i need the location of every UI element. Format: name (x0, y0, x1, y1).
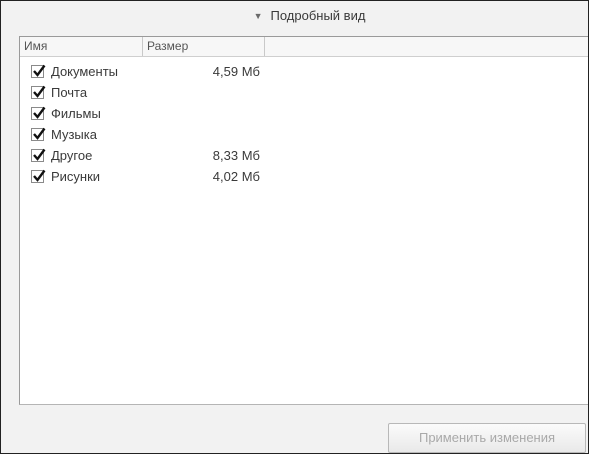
triangle-down-icon: ▼ (253, 10, 263, 21)
item-size: 8,33 Мб (212, 148, 260, 163)
checkmark-icon (33, 106, 46, 119)
item-name: Почта (51, 85, 88, 100)
dialog-frame: ▼ Подробный вид Имя Размер Документы 4,5… (0, 0, 589, 454)
column-header-row: Имя Размер (20, 37, 588, 57)
list-rows: Документы 4,59 Мб Почта Фильмы Музыка Др… (20, 62, 588, 188)
checkmark-icon (33, 127, 46, 140)
checkmark-icon (33, 148, 46, 161)
list-item[interactable]: Музыка (20, 125, 588, 146)
item-name: Фильмы (51, 106, 101, 121)
item-name: Документы (51, 64, 119, 79)
item-size: 4,59 Мб (212, 64, 260, 79)
list-item[interactable]: Рисунки 4,02 Мб (20, 167, 588, 188)
checkbox[interactable] (31, 106, 46, 120)
column-header-name[interactable]: Имя (20, 37, 143, 56)
checkmark-icon (33, 64, 46, 77)
list-item[interactable]: Другое 8,33 Мб (20, 146, 588, 167)
file-category-list: Имя Размер Документы 4,59 Мб Почта Фильм… (19, 36, 588, 405)
apply-changes-button[interactable]: Применить изменения (388, 423, 586, 453)
checkbox[interactable] (31, 64, 46, 78)
item-name: Музыка (51, 127, 97, 142)
checkbox[interactable] (31, 127, 46, 141)
detailed-view-label: Подробный вид (270, 8, 366, 23)
column-header-size[interactable]: Размер (143, 37, 265, 56)
item-name: Рисунки (51, 169, 101, 184)
item-size: 4,02 Мб (212, 169, 260, 184)
list-item[interactable]: Фильмы (20, 104, 588, 125)
item-name: Другое (51, 148, 93, 163)
detailed-view-toggle[interactable]: ▼ Подробный вид (1, 8, 589, 23)
checkbox[interactable] (31, 85, 46, 99)
list-item[interactable]: Документы 4,59 Мб (20, 62, 588, 83)
list-item[interactable]: Почта (20, 83, 588, 104)
checkmark-icon (33, 169, 46, 182)
checkbox[interactable] (31, 148, 46, 162)
checkmark-icon (33, 85, 46, 98)
checkbox[interactable] (31, 169, 46, 183)
